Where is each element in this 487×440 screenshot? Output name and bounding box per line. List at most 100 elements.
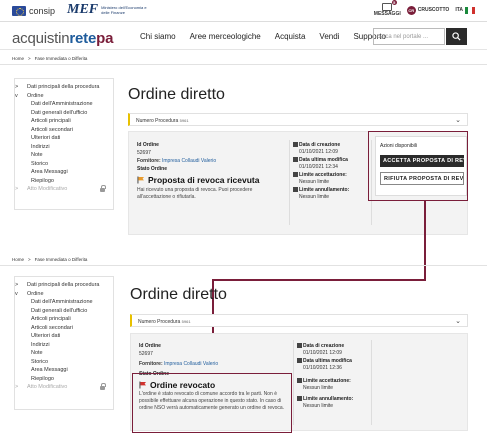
consip-logo[interactable]: consip [12, 6, 55, 16]
accept-limit-row: Limite accettazione: [297, 378, 351, 384]
created-label-row: Data di creazione [297, 343, 344, 349]
sidebar-item-dati-ufficio[interactable]: Dati generali dell'ufficio [19, 109, 109, 118]
status-highlight [132, 373, 292, 433]
created-value: 01/10/2021 12:09 [299, 149, 338, 155]
messaggi-link[interactable]: 5 MESSAGGI [374, 0, 401, 17]
sidebar-item-storico[interactable]: Storico [19, 358, 109, 367]
sidebar-item-riepilogo[interactable]: Riepilogo [19, 177, 109, 186]
sidebar-item-indirizzi[interactable]: Indirizzi [19, 143, 109, 152]
accept-limit-label: Limite accettazione: [303, 378, 351, 384]
sidebar-item-indirizzi[interactable]: Indirizzi [19, 341, 109, 350]
nav-aree-merceologiche[interactable]: Aree merceologiche [190, 32, 261, 41]
modified-label: Data ultima modifica [299, 157, 348, 163]
sidebar-item-note[interactable]: Note [19, 349, 109, 358]
language-selector[interactable]: ITA [455, 6, 475, 14]
italy-flag-icon [465, 6, 475, 14]
sidebar-item-atto-modificativo: > Atto Modificativo [15, 383, 109, 392]
calendar-icon [293, 187, 298, 192]
calendar-icon [297, 358, 302, 363]
modified-label-row: Data ultima modifica [297, 358, 352, 364]
supplier-link[interactable]: Impresa Collaudi Valerio [162, 158, 216, 164]
calendar-icon [297, 378, 302, 383]
cancel-limit-row: Limite annullamento: [297, 396, 353, 402]
sidebar-item-ulteriori-dati[interactable]: Ulteriori dati [19, 134, 109, 143]
procedure-label: Numero Procedura [138, 318, 181, 325]
order-state-label: Stato Ordine [137, 166, 168, 172]
supplier-link[interactable]: Impresa Collaudi Valerio [164, 361, 218, 367]
chevron-down-icon: v [15, 290, 18, 297]
procedure-bar[interactable]: Numero Procedura 5961 ⌄ [128, 113, 468, 126]
order-status: Proposta di revoca ricevuta [137, 175, 260, 185]
sidebar-item-label: Dati principali della procedura [27, 84, 100, 90]
sidebar-item-dati-ufficio[interactable]: Dati generali dell'ufficio [19, 307, 109, 316]
supplier-label: Fornitore: [137, 158, 161, 164]
sidebar-item-atto-modificativo: > Atto Modificativo [15, 185, 109, 194]
cancel-limit-row: Limite annullamento: [293, 187, 349, 193]
breadcrumb: Home > Fase Immediata o Differita [12, 56, 87, 61]
sidebar-item-storico[interactable]: Storico [19, 160, 109, 169]
sidebar-item-dati-principali[interactable]: > Dati principali della procedura [15, 83, 109, 92]
consip-label: consip [29, 6, 56, 16]
card-divider [289, 140, 290, 225]
language-label: ITA [455, 7, 463, 13]
calendar-icon [293, 157, 298, 162]
sidebar-item-area-messaggi[interactable]: Area Messaggi [19, 366, 109, 375]
calendar-icon [293, 142, 298, 147]
created-label: Data di creazione [303, 343, 345, 349]
modified-value: 01/10/2021 12:34 [299, 164, 338, 170]
sidebar-item-articoli-secondari[interactable]: Articoli secondari [19, 324, 109, 333]
procedure-label: Numero Procedura [136, 117, 179, 124]
sidebar-item-ordine[interactable]: v Ordine [15, 290, 109, 299]
sidebar-item-dati-principali[interactable]: > Dati principali della procedura [15, 281, 109, 290]
procedure-bar[interactable]: Numero Procedura 5961 ⌄ [130, 314, 468, 327]
envelope-icon [382, 3, 393, 11]
nav-vendi[interactable]: Vendi [319, 32, 339, 41]
chevron-down-icon: ⌄ [455, 318, 461, 325]
cancel-limit-label: Limite annullamento: [299, 187, 350, 193]
chevron-right-icon: > [15, 282, 19, 288]
sidebar-item-note[interactable]: Note [19, 151, 109, 160]
main-nav: Chi siamo Aree merceologiche Acquista Ve… [140, 32, 386, 41]
modified-label: Data ultima modifica [303, 358, 352, 364]
card-divider [371, 340, 372, 425]
search-input[interactable]: cerca nel portale ... [373, 28, 445, 45]
sidebar-item-dati-amministrazione[interactable]: Dati dell'Amministrazione [19, 100, 109, 109]
breadcrumb-separator: > [28, 257, 31, 262]
sidebar-item-area-messaggi[interactable]: Area Messaggi [19, 168, 109, 177]
procedure-number: 5961 [181, 318, 191, 324]
lock-icon [100, 383, 106, 390]
sidebar-item-articoli-secondari[interactable]: Articoli secondari [19, 126, 109, 135]
sidebar-item-articoli-principali[interactable]: Articoli principali [19, 315, 109, 324]
supplier-row: Fornitore: Impresa Collaudi Valerio [137, 158, 216, 164]
brand-part-1: acquistin [12, 30, 70, 47]
actions-highlight [368, 131, 468, 201]
breadcrumb: Home > Fase Immediata o Differita [12, 257, 87, 262]
breadcrumb-current: Fase Immediata o Differita [34, 257, 88, 262]
sidebar-item-ordine[interactable]: v Ordine [15, 92, 109, 101]
search-button[interactable] [446, 28, 467, 45]
arrow-segment [424, 200, 426, 280]
cancel-limit-value: Nessun limite [303, 403, 334, 409]
lock-icon [100, 185, 106, 192]
order-id-value: 52697 [139, 351, 153, 357]
chevron-right-icon: > [15, 186, 19, 192]
breadcrumb-home[interactable]: Home [12, 56, 24, 61]
breadcrumb-home[interactable]: Home [12, 257, 24, 262]
sidebar-item-articoli-principali[interactable]: Articoli principali [19, 117, 109, 126]
mef-mark: MEF [67, 2, 99, 17]
order-status-title: Proposta di revoca ricevuta [148, 175, 260, 185]
breadcrumb-divider [0, 64, 487, 65]
sidebar-item-riepilogo[interactable]: Riepilogo [19, 375, 109, 384]
sidebar-item-dati-amministrazione[interactable]: Dati dell'Amministrazione [19, 298, 109, 307]
modified-label-row: Data ultima modifica [293, 157, 348, 163]
accept-limit-label: Limite accettazione: [299, 172, 347, 178]
sidebar-item-ulteriori-dati[interactable]: Ulteriori dati [19, 332, 109, 341]
order-id-label: Id Ordine [137, 142, 159, 148]
cruscotto-link[interactable]: CR CRUSCOTTO [406, 5, 449, 15]
nav-chi-siamo[interactable]: Chi siamo [140, 32, 176, 41]
mef-logo[interactable]: MEF Ministero dell'Economia e delle Fina… [67, 2, 151, 18]
acquistinretepa-logo[interactable]: acquistinretepa [12, 30, 113, 47]
arrow-segment [212, 279, 426, 281]
nav-acquista[interactable]: Acquista [275, 32, 306, 41]
eu-flag-icon [12, 6, 26, 16]
